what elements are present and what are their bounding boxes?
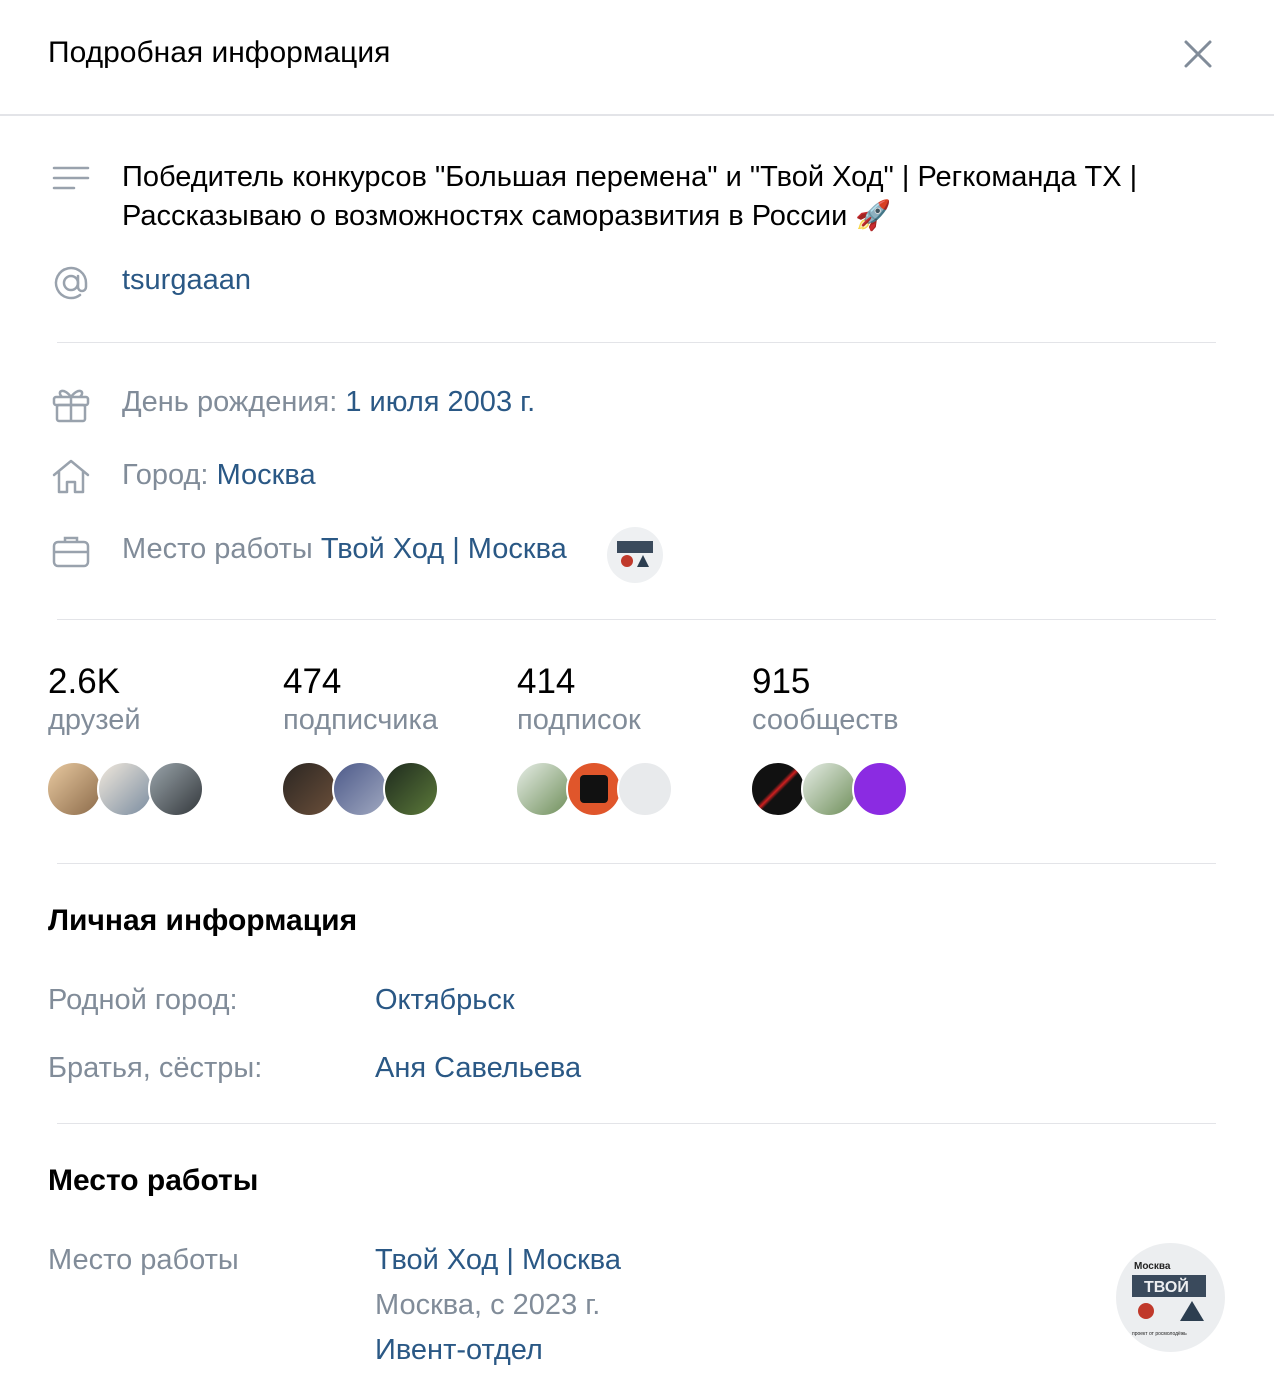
avatar[interactable] bbox=[515, 761, 571, 817]
subscriptions-avatars[interactable] bbox=[515, 761, 675, 817]
career-label: Место работы bbox=[48, 1244, 239, 1276]
username-link[interactable]: tsurgaaan bbox=[122, 264, 251, 297]
birthday-label: День рождения: bbox=[122, 386, 338, 418]
stat-communities[interactable]: 915 сообществ bbox=[752, 662, 899, 738]
avatar[interactable] bbox=[617, 761, 673, 817]
career-org[interactable]: Твой Ход | Москва bbox=[375, 1244, 621, 1277]
avatar[interactable] bbox=[148, 761, 204, 817]
stat-number: 915 bbox=[752, 662, 811, 701]
briefcase-icon bbox=[52, 536, 90, 568]
work-org-avatar[interactable] bbox=[607, 527, 663, 583]
avatar[interactable] bbox=[332, 761, 388, 817]
followers-avatars[interactable] bbox=[281, 761, 441, 817]
stat-label: подписчика bbox=[283, 704, 438, 736]
at-sign-icon bbox=[54, 266, 88, 300]
stat-number: 474 bbox=[283, 662, 342, 701]
section-title-career: Место работы bbox=[48, 1164, 259, 1197]
work-label: Место работы bbox=[122, 533, 313, 565]
work-value[interactable]: Твой Ход | Москва bbox=[321, 533, 567, 565]
modal-header: Подробная информация bbox=[0, 0, 1274, 116]
avatar[interactable] bbox=[750, 761, 806, 817]
career-org-logo[interactable]: Москва ТВОЙ проект от росмолодёжь bbox=[1116, 1243, 1225, 1352]
stat-subscriptions[interactable]: 414 подписок bbox=[517, 662, 641, 738]
close-icon[interactable] bbox=[1178, 34, 1218, 74]
stat-followers[interactable]: 474 подписчика bbox=[283, 662, 438, 738]
logo-text-2: ТВОЙ bbox=[1144, 1277, 1189, 1296]
city-value[interactable]: Москва bbox=[217, 459, 316, 491]
hometown-value[interactable]: Октябрьск bbox=[375, 984, 515, 1017]
avatar[interactable] bbox=[46, 761, 102, 817]
siblings-label: Братья, сёстры: bbox=[48, 1052, 263, 1084]
logo-text-3: проект от росмолодёжь bbox=[1132, 1331, 1187, 1337]
stat-number: 2.6K bbox=[48, 662, 120, 701]
avatar[interactable] bbox=[281, 761, 337, 817]
status-line-1: Победитель конкурсов "Большая перемена" … bbox=[122, 161, 1138, 193]
avatar[interactable] bbox=[97, 761, 153, 817]
avatar[interactable] bbox=[566, 761, 622, 817]
modal-title: Подробная информация bbox=[48, 36, 391, 69]
text-lines-icon bbox=[52, 166, 90, 190]
status-text: Победитель конкурсов "Большая перемена" … bbox=[122, 158, 1222, 236]
stat-label: подписок bbox=[517, 704, 641, 736]
career-period: Москва, с 2023 г. bbox=[375, 1289, 601, 1321]
career-position[interactable]: Ивент-отдел bbox=[375, 1334, 543, 1367]
status-line-2: Рассказываю о возможностях саморазвития … bbox=[122, 200, 892, 232]
hometown-label: Родной город: bbox=[48, 984, 238, 1016]
birthday-value[interactable]: 1 июля 2003 г. bbox=[345, 386, 535, 418]
city-label: Город: bbox=[122, 459, 209, 491]
avatar[interactable] bbox=[852, 761, 908, 817]
siblings-value[interactable]: Аня Савельева bbox=[375, 1052, 581, 1085]
avatar[interactable] bbox=[383, 761, 439, 817]
divider bbox=[57, 342, 1216, 343]
avatar[interactable] bbox=[801, 761, 857, 817]
friends-avatars[interactable] bbox=[46, 761, 206, 817]
divider bbox=[57, 619, 1216, 620]
divider bbox=[57, 863, 1216, 864]
gift-icon bbox=[52, 389, 90, 423]
section-title-personal: Личная информация bbox=[48, 904, 358, 937]
stat-label: друзей bbox=[48, 704, 141, 736]
logo-text-1: Москва bbox=[1134, 1261, 1171, 1272]
stat-friends[interactable]: 2.6K друзей bbox=[48, 662, 141, 738]
stat-label: сообществ bbox=[752, 704, 899, 736]
home-icon bbox=[52, 459, 90, 494]
stat-number: 414 bbox=[517, 662, 576, 701]
divider bbox=[57, 1123, 1216, 1124]
communities-avatars[interactable] bbox=[750, 761, 910, 817]
